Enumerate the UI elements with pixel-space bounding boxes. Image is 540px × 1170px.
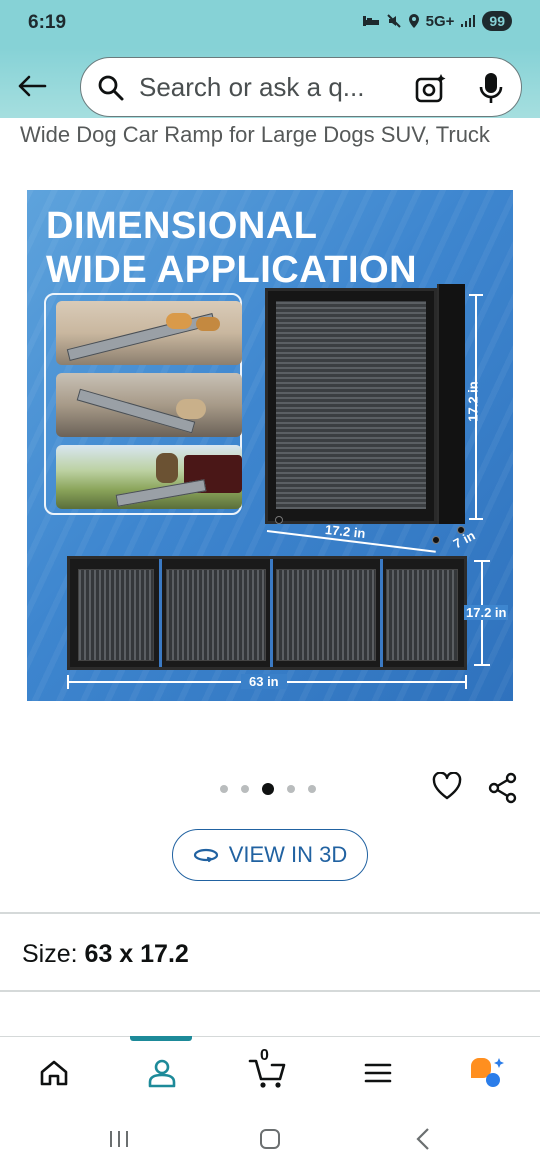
- divider: [0, 990, 540, 992]
- battery-indicator: 99: [482, 11, 512, 31]
- carousel-dot[interactable]: [241, 785, 249, 793]
- home-icon: [40, 1060, 68, 1086]
- network-type: 5G+: [425, 12, 455, 30]
- nav-cart[interactable]: 0: [246, 1047, 290, 1093]
- search-bar[interactable]: [80, 57, 522, 117]
- rotate-3d-icon: [193, 848, 218, 863]
- status-bar: 6:19 5G+ 99: [0, 0, 540, 48]
- carousel-dot-active[interactable]: [262, 783, 274, 795]
- system-home-button[interactable]: [255, 1124, 285, 1154]
- system-back-button[interactable]: [408, 1124, 438, 1154]
- rufus-assistant-icon: [471, 1058, 504, 1087]
- divider: [0, 912, 540, 914]
- menu-icon: [364, 1063, 392, 1083]
- system-nav-bar: [0, 1106, 540, 1170]
- bottom-nav: 0: [0, 1036, 540, 1106]
- back-button[interactable]: [14, 68, 50, 104]
- status-icons: 5G+ 99: [362, 11, 512, 31]
- hero-headline-line2: WIDE APPLICATION: [46, 249, 418, 291]
- dim-flat-length: 63 in: [241, 674, 287, 689]
- size-value: 63 x 17.2: [84, 940, 189, 968]
- nav-rufus[interactable]: [464, 1053, 508, 1093]
- camera-search-icon[interactable]: [415, 73, 447, 103]
- location-icon: [408, 14, 419, 28]
- usage-photos-panel: [44, 293, 242, 515]
- nav-account[interactable]: [140, 1053, 184, 1093]
- dim-flat-height: 17.2 in: [464, 605, 509, 620]
- carousel-dot[interactable]: [308, 785, 316, 793]
- status-time: 6:19: [28, 12, 67, 33]
- heart-icon[interactable]: [432, 772, 462, 800]
- image-carousel-controls: [0, 770, 540, 810]
- signal-icon: [461, 15, 476, 27]
- folded-ramp-side: [437, 284, 465, 524]
- hero-headline-line1: DIMENSIONAL: [46, 205, 318, 247]
- microphone-icon[interactable]: [479, 71, 503, 105]
- nav-home[interactable]: [32, 1053, 76, 1093]
- usage-photo-couch: [56, 373, 242, 437]
- flat-ramp-illustration: [67, 556, 467, 670]
- share-icon[interactable]: [487, 772, 519, 804]
- carousel-dot[interactable]: [220, 785, 228, 793]
- header: [0, 48, 540, 126]
- hero-headline: DIMENSIONAL WIDE APPLICATION: [46, 204, 417, 292]
- view-in-3d-button[interactable]: VIEW IN 3D: [172, 829, 368, 881]
- size-selector[interactable]: Size: 63 x 17.2: [22, 940, 189, 969]
- sleep-icon: [362, 16, 379, 26]
- view-in-3d-label: VIEW IN 3D: [228, 842, 348, 867]
- size-label: Size:: [22, 940, 78, 968]
- account-icon: [148, 1059, 176, 1088]
- usage-photo-bed: [56, 301, 242, 365]
- product-title: Wide Dog Car Ramp for Large Dogs SUV, Tr…: [20, 122, 490, 147]
- carousel-dot[interactable]: [287, 785, 295, 793]
- nav-active-indicator: [130, 1036, 192, 1041]
- system-back-icon: [416, 1128, 429, 1150]
- product-image[interactable]: DIMENSIONAL WIDE APPLICATION 17.2 in 17.…: [27, 190, 513, 701]
- cart-count: 0: [260, 1047, 269, 1064]
- recent-apps-icon: [110, 1131, 128, 1147]
- system-home-icon: [260, 1129, 280, 1149]
- folded-ramp-illustration: [265, 288, 437, 524]
- nav-menu[interactable]: [356, 1053, 400, 1093]
- dim-folded-height: 17.2 in: [465, 381, 481, 422]
- mute-icon: [386, 14, 401, 28]
- search-input[interactable]: [139, 71, 399, 103]
- search-icon: [98, 75, 124, 101]
- carousel-dots[interactable]: [220, 783, 316, 795]
- product-title-strip: Wide Dog Car Ramp for Large Dogs SUV, Tr…: [0, 118, 540, 154]
- back-arrow-icon: [18, 75, 47, 97]
- usage-photo-truck: [56, 445, 242, 509]
- recent-apps-button[interactable]: [104, 1124, 134, 1154]
